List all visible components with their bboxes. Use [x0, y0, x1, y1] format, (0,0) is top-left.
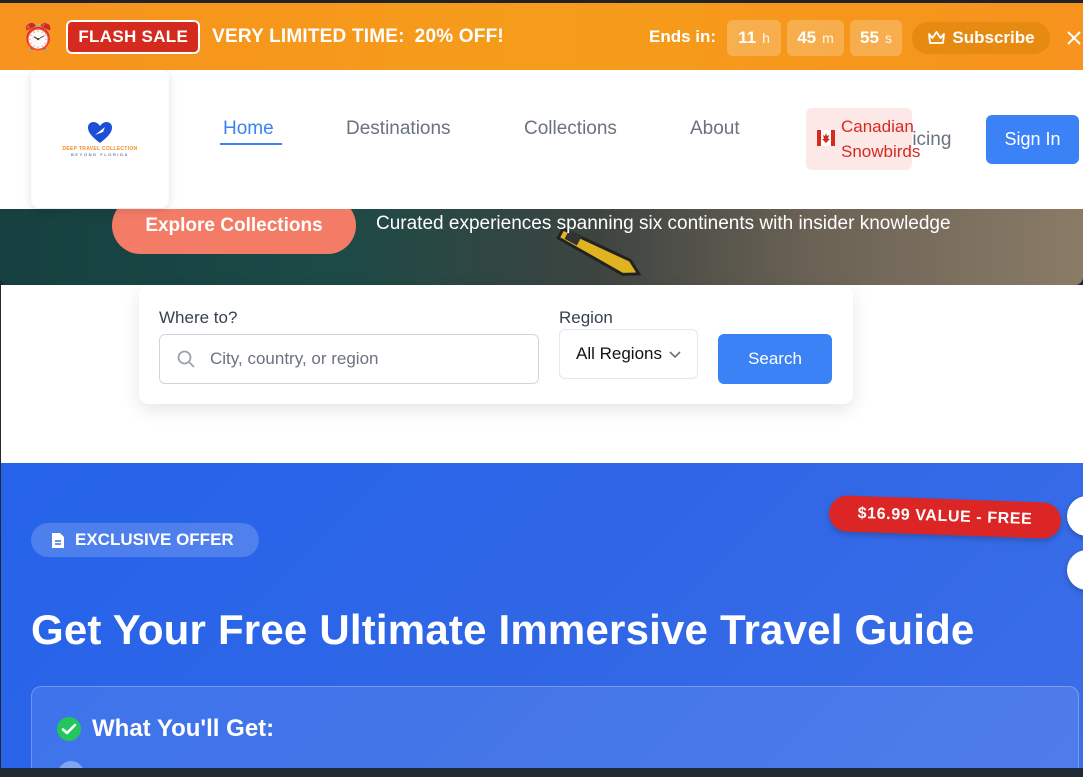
discount-text: 20% OFF! [414, 25, 504, 47]
main-navigation: DEEP TRAVEL COLLECTION BEYOND FLORIDA Ho… [0, 70, 1083, 209]
crown-icon [928, 31, 946, 44]
floating-side-icons [1067, 494, 1083, 594]
floating-icon-2[interactable] [1067, 550, 1083, 590]
what-you-get-card: What You'll Get: [31, 686, 1079, 768]
region-select[interactable]: All Regions [559, 329, 698, 379]
nav-home[interactable]: Home [223, 118, 274, 140]
region-label: Region [559, 308, 613, 327]
nav-collections[interactable]: Collections [524, 118, 617, 140]
seconds-value: 55 [860, 28, 879, 47]
floating-icon-1[interactable] [1067, 496, 1083, 536]
chevron-down-icon [669, 351, 681, 359]
canadian-snowbirds-link[interactable]: Canadian Snowbirds [806, 108, 921, 170]
exclusive-offer-label: EXCLUSIVE OFFER [75, 530, 234, 549]
list-item-icon [58, 761, 84, 768]
countdown-seconds: 55 s [850, 20, 902, 56]
region-selected-value: All Regions [576, 344, 662, 363]
heart-plane-logo-icon [88, 122, 112, 143]
page-bottom-edge [0, 768, 1083, 777]
site-logo[interactable]: DEEP TRAVEL COLLECTION BEYOND FLORIDA [31, 70, 169, 208]
canadian-label-2: Snowbirds [841, 142, 921, 161]
exclusive-offer-badge: EXCLUSIVE OFFER [31, 523, 259, 557]
ends-in-label: Ends in: [649, 27, 717, 46]
flash-sale-banner: ⏰ FLASH SALE VERY LIMITED TIME: 20% OFF! … [0, 0, 1083, 70]
sign-in-button[interactable]: Sign In [986, 115, 1079, 164]
canadian-label-1: Canadian [841, 117, 914, 136]
flash-sale-badge: FLASH SALE [66, 19, 201, 54]
close-icon[interactable] [1064, 27, 1083, 49]
limited-time-text: VERY LIMITED TIME: [212, 25, 405, 47]
minutes-value: 45 [797, 28, 817, 47]
offer-title: Get Your Free Ultimate Immersive Travel … [31, 606, 975, 653]
where-to-label: Where to? [159, 308, 238, 327]
nav-destinations[interactable]: Destinations [346, 118, 451, 140]
countdown-hours: 11 h [727, 20, 781, 56]
nav-about[interactable]: About [690, 118, 740, 140]
search-icon [177, 350, 195, 368]
what-you-get-heading: What You'll Get: [56, 715, 274, 743]
document-icon [52, 532, 64, 548]
logo-image: DEEP TRAVEL COLLECTION BEYOND FLORIDA [41, 80, 159, 198]
countdown-minutes: 45 m [787, 20, 844, 56]
destination-field[interactable] [159, 334, 539, 384]
check-circle-icon [57, 717, 81, 741]
subscribe-label: Subscribe [952, 28, 1035, 47]
nav-active-underline [220, 143, 282, 145]
sale-headline: VERY LIMITED TIME: 20% OFF! [212, 26, 504, 48]
seconds-unit: s [884, 30, 892, 46]
value-tag: $16.99 VALUE - FREE [828, 494, 1062, 540]
what-you-get-label: What You'll Get: [92, 715, 275, 742]
subscribe-button[interactable]: Subscribe [912, 22, 1050, 54]
hours-unit: h [762, 30, 770, 46]
hero-section: Explore Collections Curated experiences … [0, 209, 1083, 285]
canada-flag-icon [817, 130, 835, 146]
hours-value: 11 [738, 28, 757, 47]
alarm-clock-icon: ⏰ [22, 21, 55, 52]
explore-collections-button[interactable]: Explore Collections [112, 209, 356, 254]
logo-line-2: BEYOND FLORIDA [71, 152, 129, 157]
destination-input[interactable] [210, 349, 510, 369]
search-section: Where to? Region All Regions Search [1, 285, 1083, 463]
search-card: Where to? Region All Regions Search [139, 285, 853, 404]
exclusive-offer-section: EXCLUSIVE OFFER $16.99 VALUE - FREE Get … [1, 463, 1083, 768]
hero-tagline: Curated experiences spanning six contine… [376, 213, 951, 234]
minutes-unit: m [822, 30, 834, 46]
search-button[interactable]: Search [718, 334, 832, 384]
